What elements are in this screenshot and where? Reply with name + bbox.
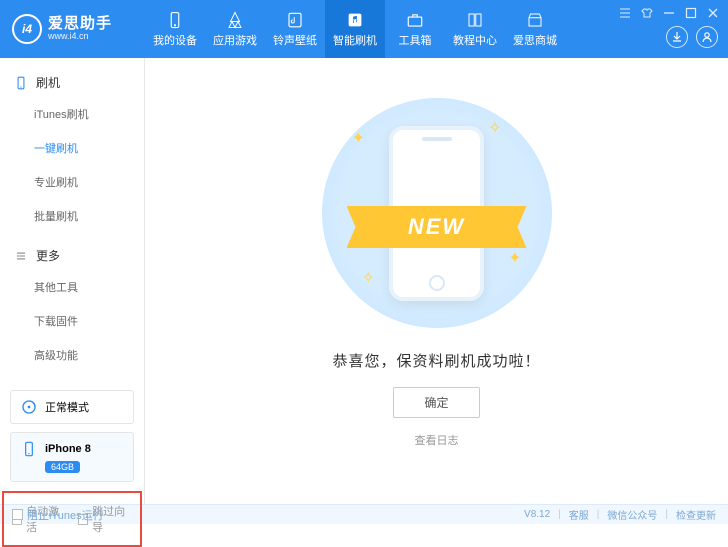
flash-icon <box>345 11 365 29</box>
store-icon <box>525 11 545 29</box>
device-icon <box>165 11 185 29</box>
toolbox-icon <box>405 11 425 29</box>
checkbox-label: 阻止iTunes运行 <box>27 507 104 523</box>
sparkle-icon: ✦ <box>352 128 365 148</box>
logo-area[interactable]: i4 爱思助手 www.i4.cn <box>0 0 145 58</box>
nav-apps[interactable]: 应用游戏 <box>205 0 265 58</box>
sidebar-section-label: 更多 <box>36 247 60 264</box>
nav-toolbox[interactable]: 工具箱 <box>385 0 445 58</box>
mode-selector[interactable]: 正常模式 <box>10 390 134 424</box>
book-icon <box>465 11 485 29</box>
nav-label: 智能刷机 <box>333 32 377 48</box>
sidebar: 刷机 iTunes刷机 一键刷机 专业刷机 批量刷机 更多 其他工具 下载固件 … <box>0 58 145 504</box>
checkbox-icon <box>12 509 23 520</box>
app-url: www.i4.cn <box>48 32 112 42</box>
version-label: V8.12 <box>524 509 550 520</box>
ok-button[interactable]: 确定 <box>393 387 479 418</box>
maximize-icon[interactable] <box>684 6 698 20</box>
new-ribbon: NEW <box>347 206 527 248</box>
nav-label: 教程中心 <box>453 32 497 48</box>
download-icon[interactable] <box>666 26 688 48</box>
music-icon <box>285 11 305 29</box>
sidebar-section-more[interactable]: 更多 <box>0 241 144 270</box>
sidebar-section-flash[interactable]: 刷机 <box>0 68 144 97</box>
sidebar-item-advanced[interactable]: 高级功能 <box>34 338 144 372</box>
sidebar-item-itunes[interactable]: iTunes刷机 <box>34 97 144 131</box>
nav-label: 铃声壁纸 <box>273 32 317 48</box>
sidebar-item-batch[interactable]: 批量刷机 <box>34 199 144 233</box>
nav-tutorials[interactable]: 教程中心 <box>445 0 505 58</box>
sidebar-item-other[interactable]: 其他工具 <box>34 270 144 304</box>
nav-label: 应用游戏 <box>213 32 257 48</box>
app-title: 爱思助手 <box>48 16 112 33</box>
success-illustration: ✦ ✧ ✧ ✦ NEW <box>322 98 552 328</box>
app-header: i4 爱思助手 www.i4.cn 我的设备 应用游戏 铃声壁纸 智能刷机 工具… <box>0 0 728 58</box>
storage-badge: 64GB <box>45 461 80 473</box>
sidebar-item-pro[interactable]: 专业刷机 <box>34 165 144 199</box>
skin-icon[interactable] <box>640 6 654 20</box>
main-content: ✦ ✧ ✧ ✦ NEW 恭喜您，保资料刷机成功啦！ 确定 查看日志 <box>145 58 728 504</box>
apps-icon <box>225 11 245 29</box>
mode-label: 正常模式 <box>45 399 89 415</box>
device-selector[interactable]: iPhone 8 64GB <box>10 432 134 482</box>
user-icon[interactable] <box>696 26 718 48</box>
sparkle-icon: ✦ <box>508 248 521 268</box>
sparkle-icon: ✧ <box>488 118 501 138</box>
close-icon[interactable] <box>706 6 720 20</box>
minimize-icon[interactable] <box>662 6 676 20</box>
view-log-link[interactable]: 查看日志 <box>415 432 459 448</box>
nav-ringtones[interactable]: 铃声壁纸 <box>265 0 325 58</box>
logo-icon: i4 <box>12 14 42 44</box>
nav-label: 爱思商城 <box>513 32 557 48</box>
wechat-link[interactable]: 微信公众号 <box>607 507 657 522</box>
sidebar-item-oneclick[interactable]: 一键刷机 <box>34 131 144 165</box>
checkbox-block-itunes[interactable]: 阻止iTunes运行 <box>12 507 104 523</box>
device-name: iPhone 8 <box>45 443 91 455</box>
nav-label: 工具箱 <box>399 32 432 48</box>
support-link[interactable]: 客服 <box>569 507 589 522</box>
nav-flash[interactable]: 智能刷机 <box>325 0 385 58</box>
nav-label: 我的设备 <box>153 32 197 48</box>
menu-icon[interactable] <box>618 6 632 20</box>
nav-store[interactable]: 爱思商城 <box>505 0 565 58</box>
sidebar-item-download[interactable]: 下载固件 <box>34 304 144 338</box>
nav-my-device[interactable]: 我的设备 <box>145 0 205 58</box>
sparkle-icon: ✧ <box>362 268 375 288</box>
window-controls <box>618 6 720 20</box>
success-message: 恭喜您，保资料刷机成功啦！ <box>332 350 540 371</box>
update-link[interactable]: 检查更新 <box>676 507 716 522</box>
sidebar-section-label: 刷机 <box>36 74 60 91</box>
